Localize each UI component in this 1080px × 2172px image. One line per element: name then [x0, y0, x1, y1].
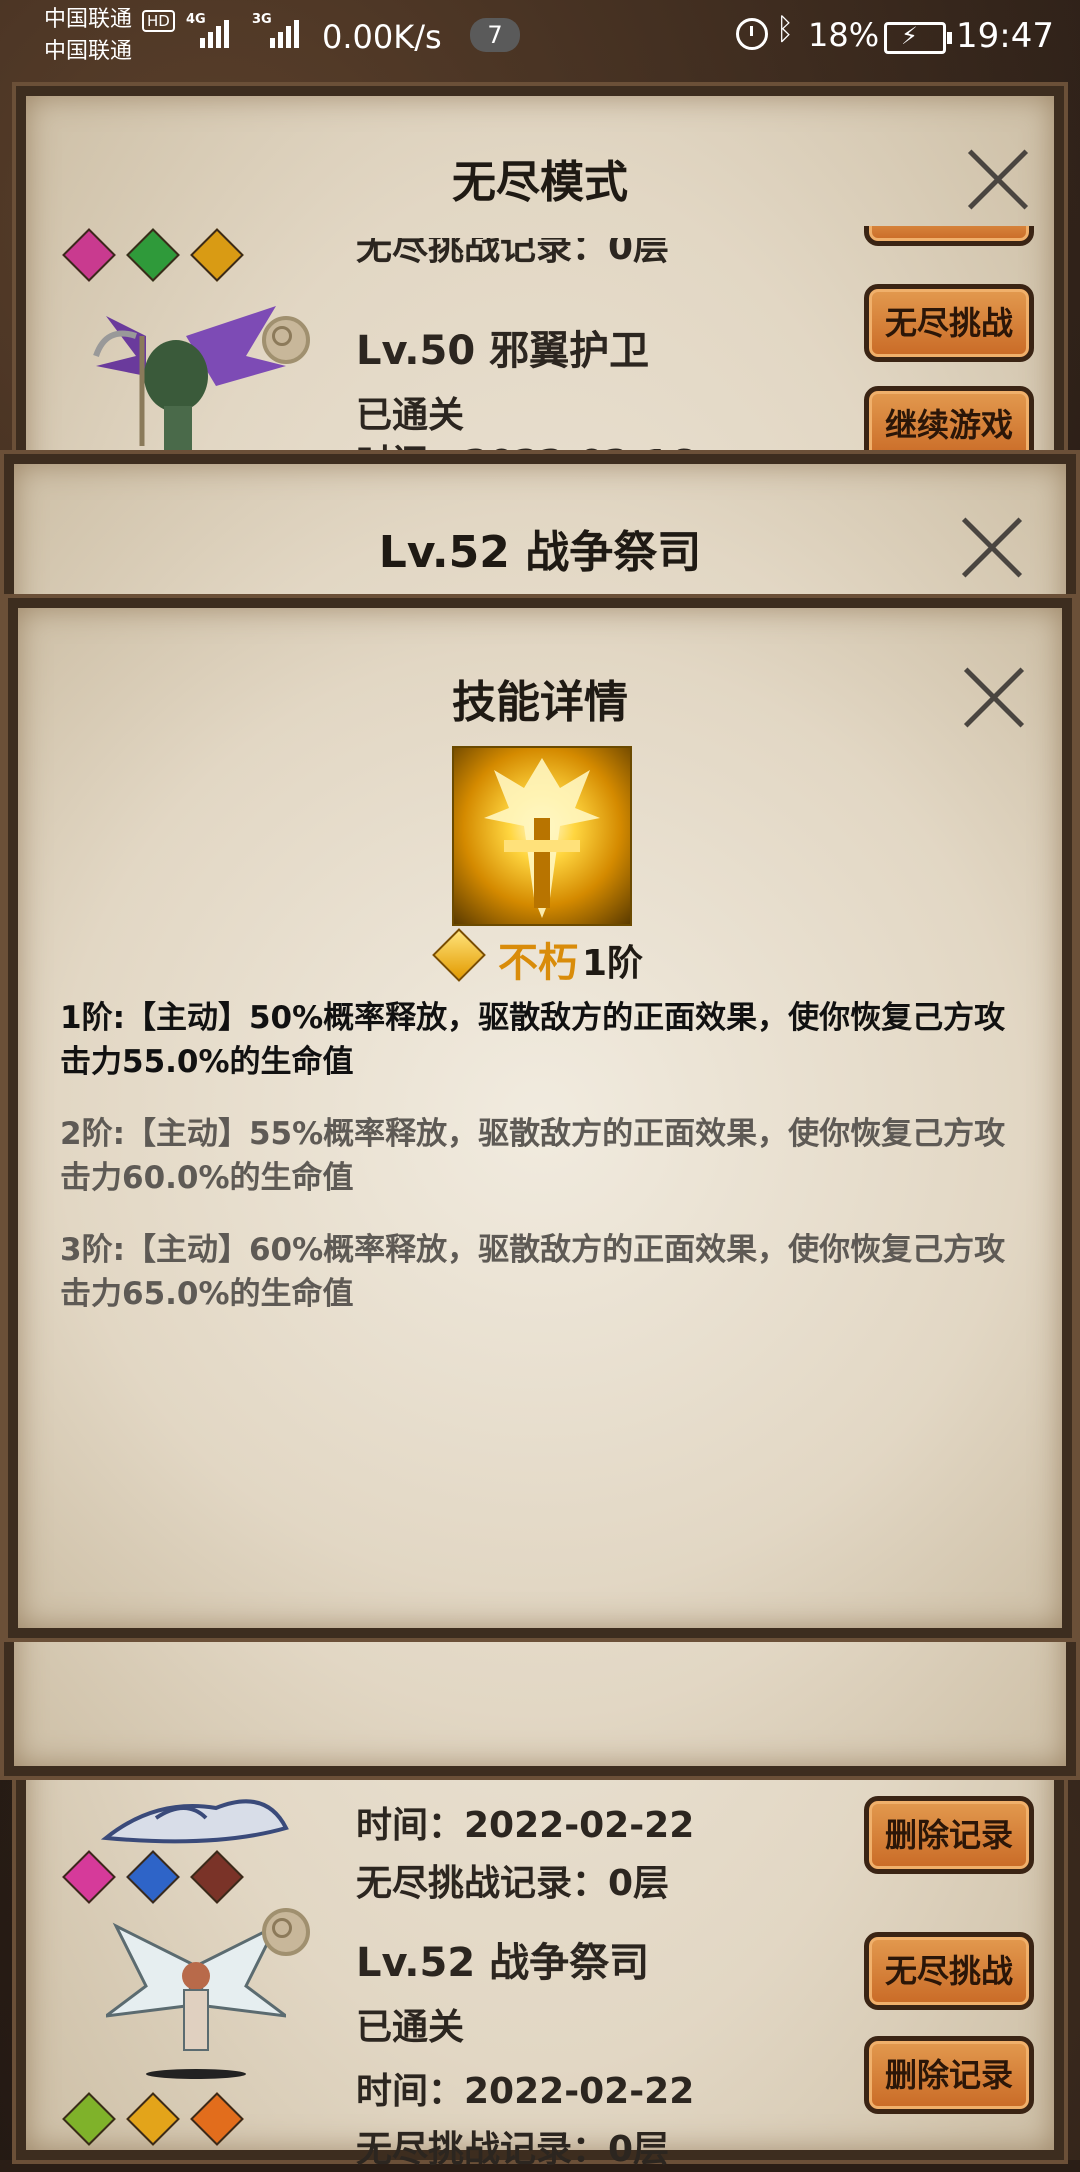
skill-dialog-title: 技能详情 — [452, 677, 628, 728]
brown-gem-icon — [190, 1850, 244, 1904]
close-endless-icon[interactable] — [966, 148, 1030, 212]
skill-tier-1-desc: 1阶:【主动】50%概率释放，驱散敌方的正面效果，使你恢复己方攻击力55.0%的… — [60, 1000, 1006, 1080]
delete-record-button[interactable]: 删除记录 — [864, 2036, 1034, 2114]
notification-count-badge: 7 — [470, 18, 520, 52]
continue-game-button[interactable]: 继续游戏 — [864, 386, 1034, 464]
signal-3g-icon: 3G — [252, 12, 312, 48]
war-priest-portrait — [106, 1922, 286, 2079]
network-speed: 0.00K/s — [322, 18, 442, 56]
white-beast-portrait — [100, 1799, 289, 1844]
row-record: 无尽挑战记录：0层 — [356, 1863, 670, 1904]
status-clock: 19:47 — [956, 16, 1054, 56]
close-boss-panel-icon[interactable] — [960, 516, 1024, 580]
endless-mode-title: 无尽模式 — [452, 157, 628, 208]
battery-percentage: 18% — [808, 16, 880, 54]
battery-charging-icon: ⚡ — [884, 22, 952, 54]
green-gem-icon — [62, 2092, 116, 2146]
row-time: 时间：2022-02-22 — [356, 1805, 695, 1846]
pink-gem-icon — [62, 1850, 116, 1904]
yellow-gem-icon — [190, 228, 244, 282]
row-title: Lv.52 战争祭司 — [356, 1940, 650, 1986]
green-gem-icon — [126, 228, 180, 282]
status-bar: 中国联通 中国联通 HD 4G 3G 0.00K/s 7 ᛒ 18% ⚡ 19:… — [0, 0, 1080, 72]
net-type-1: 4G — [186, 12, 206, 27]
row-status: 已通关 — [356, 395, 465, 436]
yellow-gem-icon — [126, 2092, 180, 2146]
skill-tier-3-desc: 3阶:【主动】60%概率释放，驱散敌方的正面效果，使你恢复己方攻击力65.0%的… — [60, 1232, 1006, 1312]
alarm-icon — [736, 18, 768, 50]
signal-4g-icon: 4G — [186, 12, 246, 48]
row-title: Lv.50 邪翼护卫 — [356, 328, 650, 374]
record-partial: 无尽挑战记录：0层 — [356, 227, 670, 268]
blue-gem-icon — [126, 1850, 180, 1904]
evil-wing-guard-portrait — [93, 306, 286, 456]
row-status: 已通关 — [356, 2007, 465, 2048]
delete-record-button[interactable]: 删除记录 — [864, 1796, 1034, 1874]
row-time: 时间：2022-02-22 — [356, 2071, 695, 2112]
boss-panel-title: Lv.52 战争祭司 — [378, 527, 702, 578]
carrier-1: 中国联通 — [44, 7, 133, 32]
inspect-magnifier-icon[interactable] — [262, 1908, 310, 1956]
row-record: 无尽挑战记录：0层 — [356, 2129, 670, 2170]
bluetooth-icon: ᛒ — [776, 12, 794, 47]
inspect-magnifier-icon[interactable] — [262, 316, 310, 364]
golden-winged-sword-icon — [452, 746, 632, 926]
endless-challenge-button[interactable]: 无尽挑战 — [864, 1932, 1034, 2010]
partial-button[interactable] — [864, 226, 1034, 246]
skill-tier: 1阶 — [582, 943, 644, 984]
orange-gem-icon — [190, 2092, 244, 2146]
net-type-2: 3G — [252, 12, 272, 27]
close-skill-dialog-icon[interactable] — [962, 666, 1026, 730]
skill-tier-2-desc: 2阶:【主动】55%概率释放，驱散敌方的正面效果，使你恢复己方攻击力60.0%的… — [60, 1116, 1006, 1196]
pink-gem-icon — [62, 228, 116, 282]
skill-name: 不朽 — [498, 940, 578, 986]
endless-challenge-button[interactable]: 无尽挑战 — [864, 284, 1034, 362]
hd-badge: HD — [142, 10, 175, 32]
carrier-2: 中国联通 — [44, 39, 133, 64]
